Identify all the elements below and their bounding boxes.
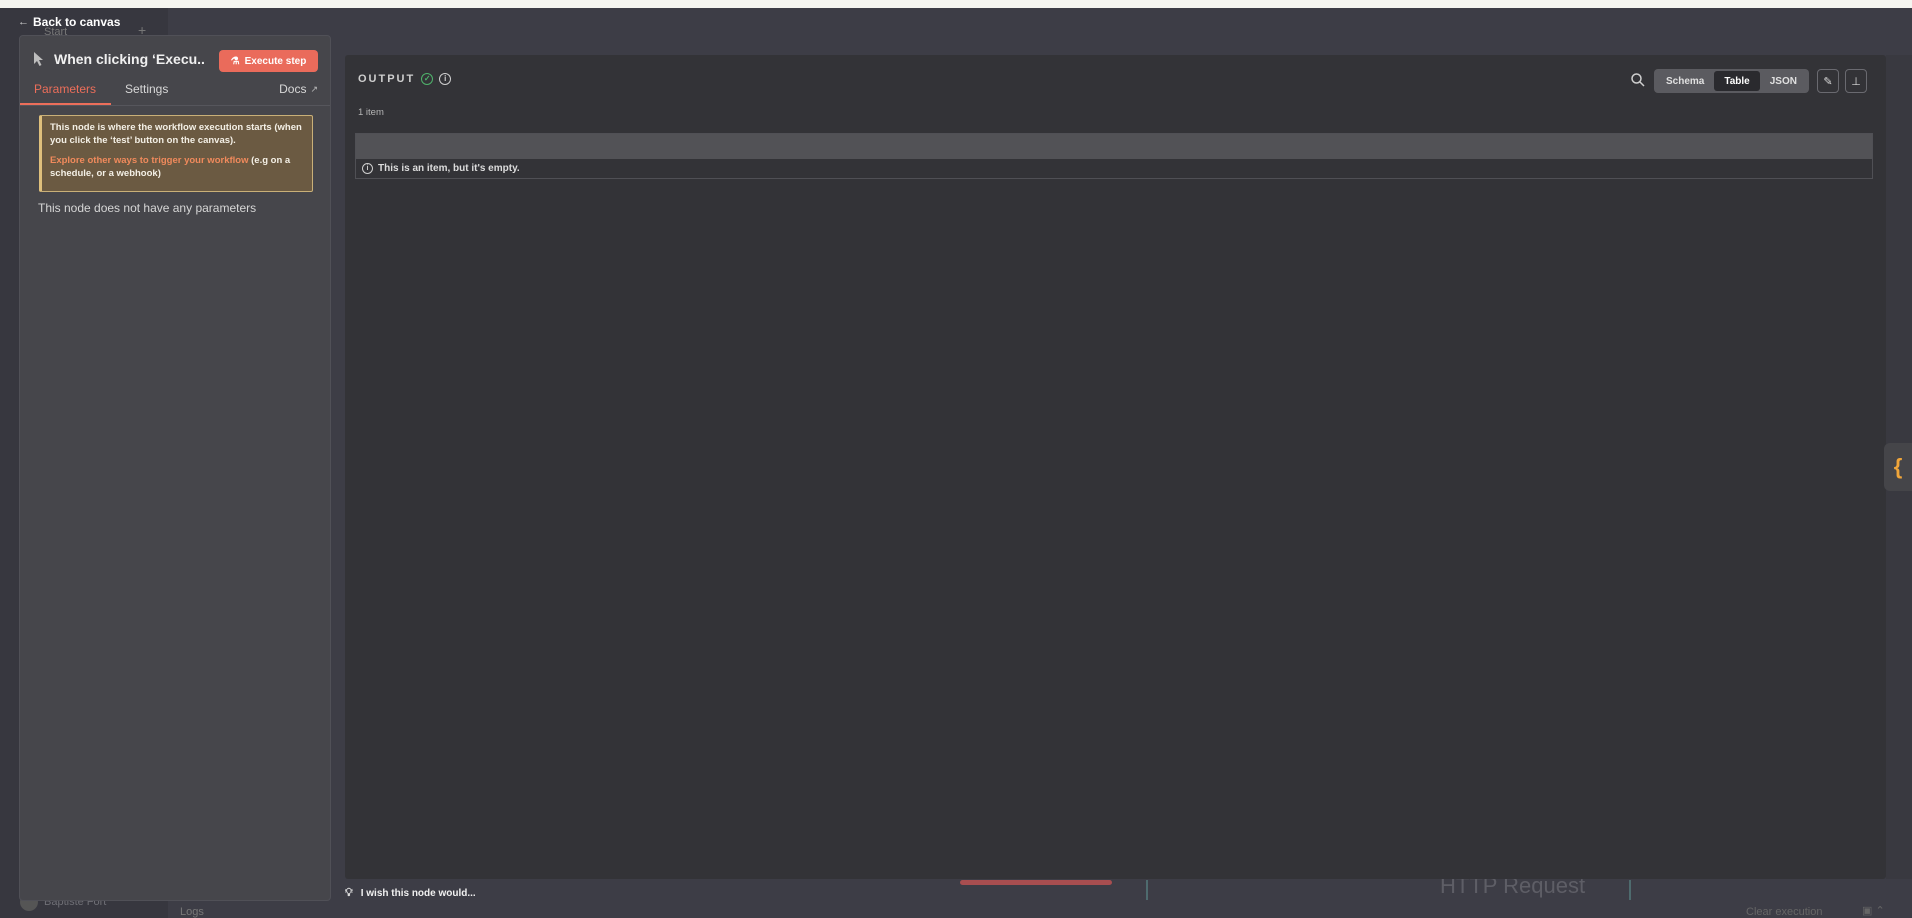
background-red-bar: [960, 880, 1112, 885]
tab-settings[interactable]: Settings: [125, 82, 168, 96]
node-header: When clicking ‘Execu... ⚗ Execute step: [20, 36, 330, 82]
execute-step-button[interactable]: ⚗ Execute step: [219, 50, 318, 72]
tabs-divider: [20, 105, 330, 106]
node-tabs: Parameters Settings Docs ↗: [20, 82, 330, 106]
output-header: OUTPUT ✓ i: [358, 73, 452, 85]
view-json-button[interactable]: JSON: [1760, 71, 1807, 91]
edit-output-button[interactable]: ✎: [1817, 69, 1839, 93]
curly-braces-icon: {: [1893, 454, 1903, 479]
trigger-notice: This node is where the workflow executio…: [39, 115, 313, 192]
feedback-link[interactable]: 💡︎ I wish this node would...: [345, 887, 476, 900]
external-link-icon: ↗: [310, 83, 318, 94]
notice-second-paragraph: Explore other ways to trigger your workf…: [50, 155, 304, 180]
check-circle-icon: ✓: [421, 73, 434, 85]
background-panel-icons: ▣ ⌃: [1862, 905, 1885, 917]
side-panel-tab[interactable]: {: [1884, 443, 1912, 491]
background-clear-execution: Clear execution: [1746, 906, 1823, 918]
cursor-icon: [34, 52, 43, 66]
table-header-row: [356, 134, 1872, 159]
pin-output-button[interactable]: ⊥: [1845, 69, 1867, 93]
search-icon[interactable]: [1630, 72, 1646, 88]
explore-triggers-link[interactable]: Explore other ways to trigger your workf…: [50, 155, 248, 166]
item-count: 1 item: [358, 107, 384, 118]
output-table: i This is an item, but it's empty.: [355, 133, 1873, 179]
table-row: i This is an item, but it's empty.: [356, 159, 1872, 178]
back-to-canvas-link[interactable]: ← Back to canvas: [18, 15, 120, 29]
pin-icon: ⊥: [1851, 75, 1861, 88]
lightbulb-icon: 💡︎: [345, 887, 353, 899]
feedback-label: I wish this node would...: [360, 888, 476, 899]
background-logs-label: Logs: [180, 906, 204, 918]
back-arrow-icon: ←: [18, 16, 29, 28]
view-schema-button[interactable]: Schema: [1656, 71, 1714, 91]
flask-icon: ⚗: [230, 55, 240, 67]
docs-label: Docs: [279, 82, 307, 96]
output-panel: OUTPUT ✓ i 1 item Schema Table JSON ✎ ⊥ …: [345, 55, 1886, 879]
execute-step-label: Execute step: [244, 55, 307, 67]
back-to-canvas-label: Back to canvas: [33, 15, 121, 29]
output-title: OUTPUT: [358, 73, 416, 85]
info-icon[interactable]: i: [439, 73, 452, 85]
view-mode-switch: Schema Table JSON: [1654, 69, 1809, 93]
notice-text: This node is where the workflow executio…: [50, 122, 302, 146]
node-parameters-panel: When clicking ‘Execu... ⚗ Execute step P…: [19, 35, 331, 901]
info-icon: i: [362, 163, 373, 174]
top-strip: [0, 0, 1912, 8]
pencil-icon: ✎: [1823, 75, 1833, 88]
empty-parameters-message: This node does not have any parameters: [38, 201, 257, 215]
view-table-button[interactable]: Table: [1714, 71, 1760, 91]
tab-parameters[interactable]: Parameters: [34, 82, 96, 96]
docs-link[interactable]: Docs ↗: [279, 82, 318, 96]
node-title[interactable]: When clicking ‘Execu...: [54, 51, 204, 67]
empty-item-message: This is an item, but it's empty.: [378, 163, 520, 174]
